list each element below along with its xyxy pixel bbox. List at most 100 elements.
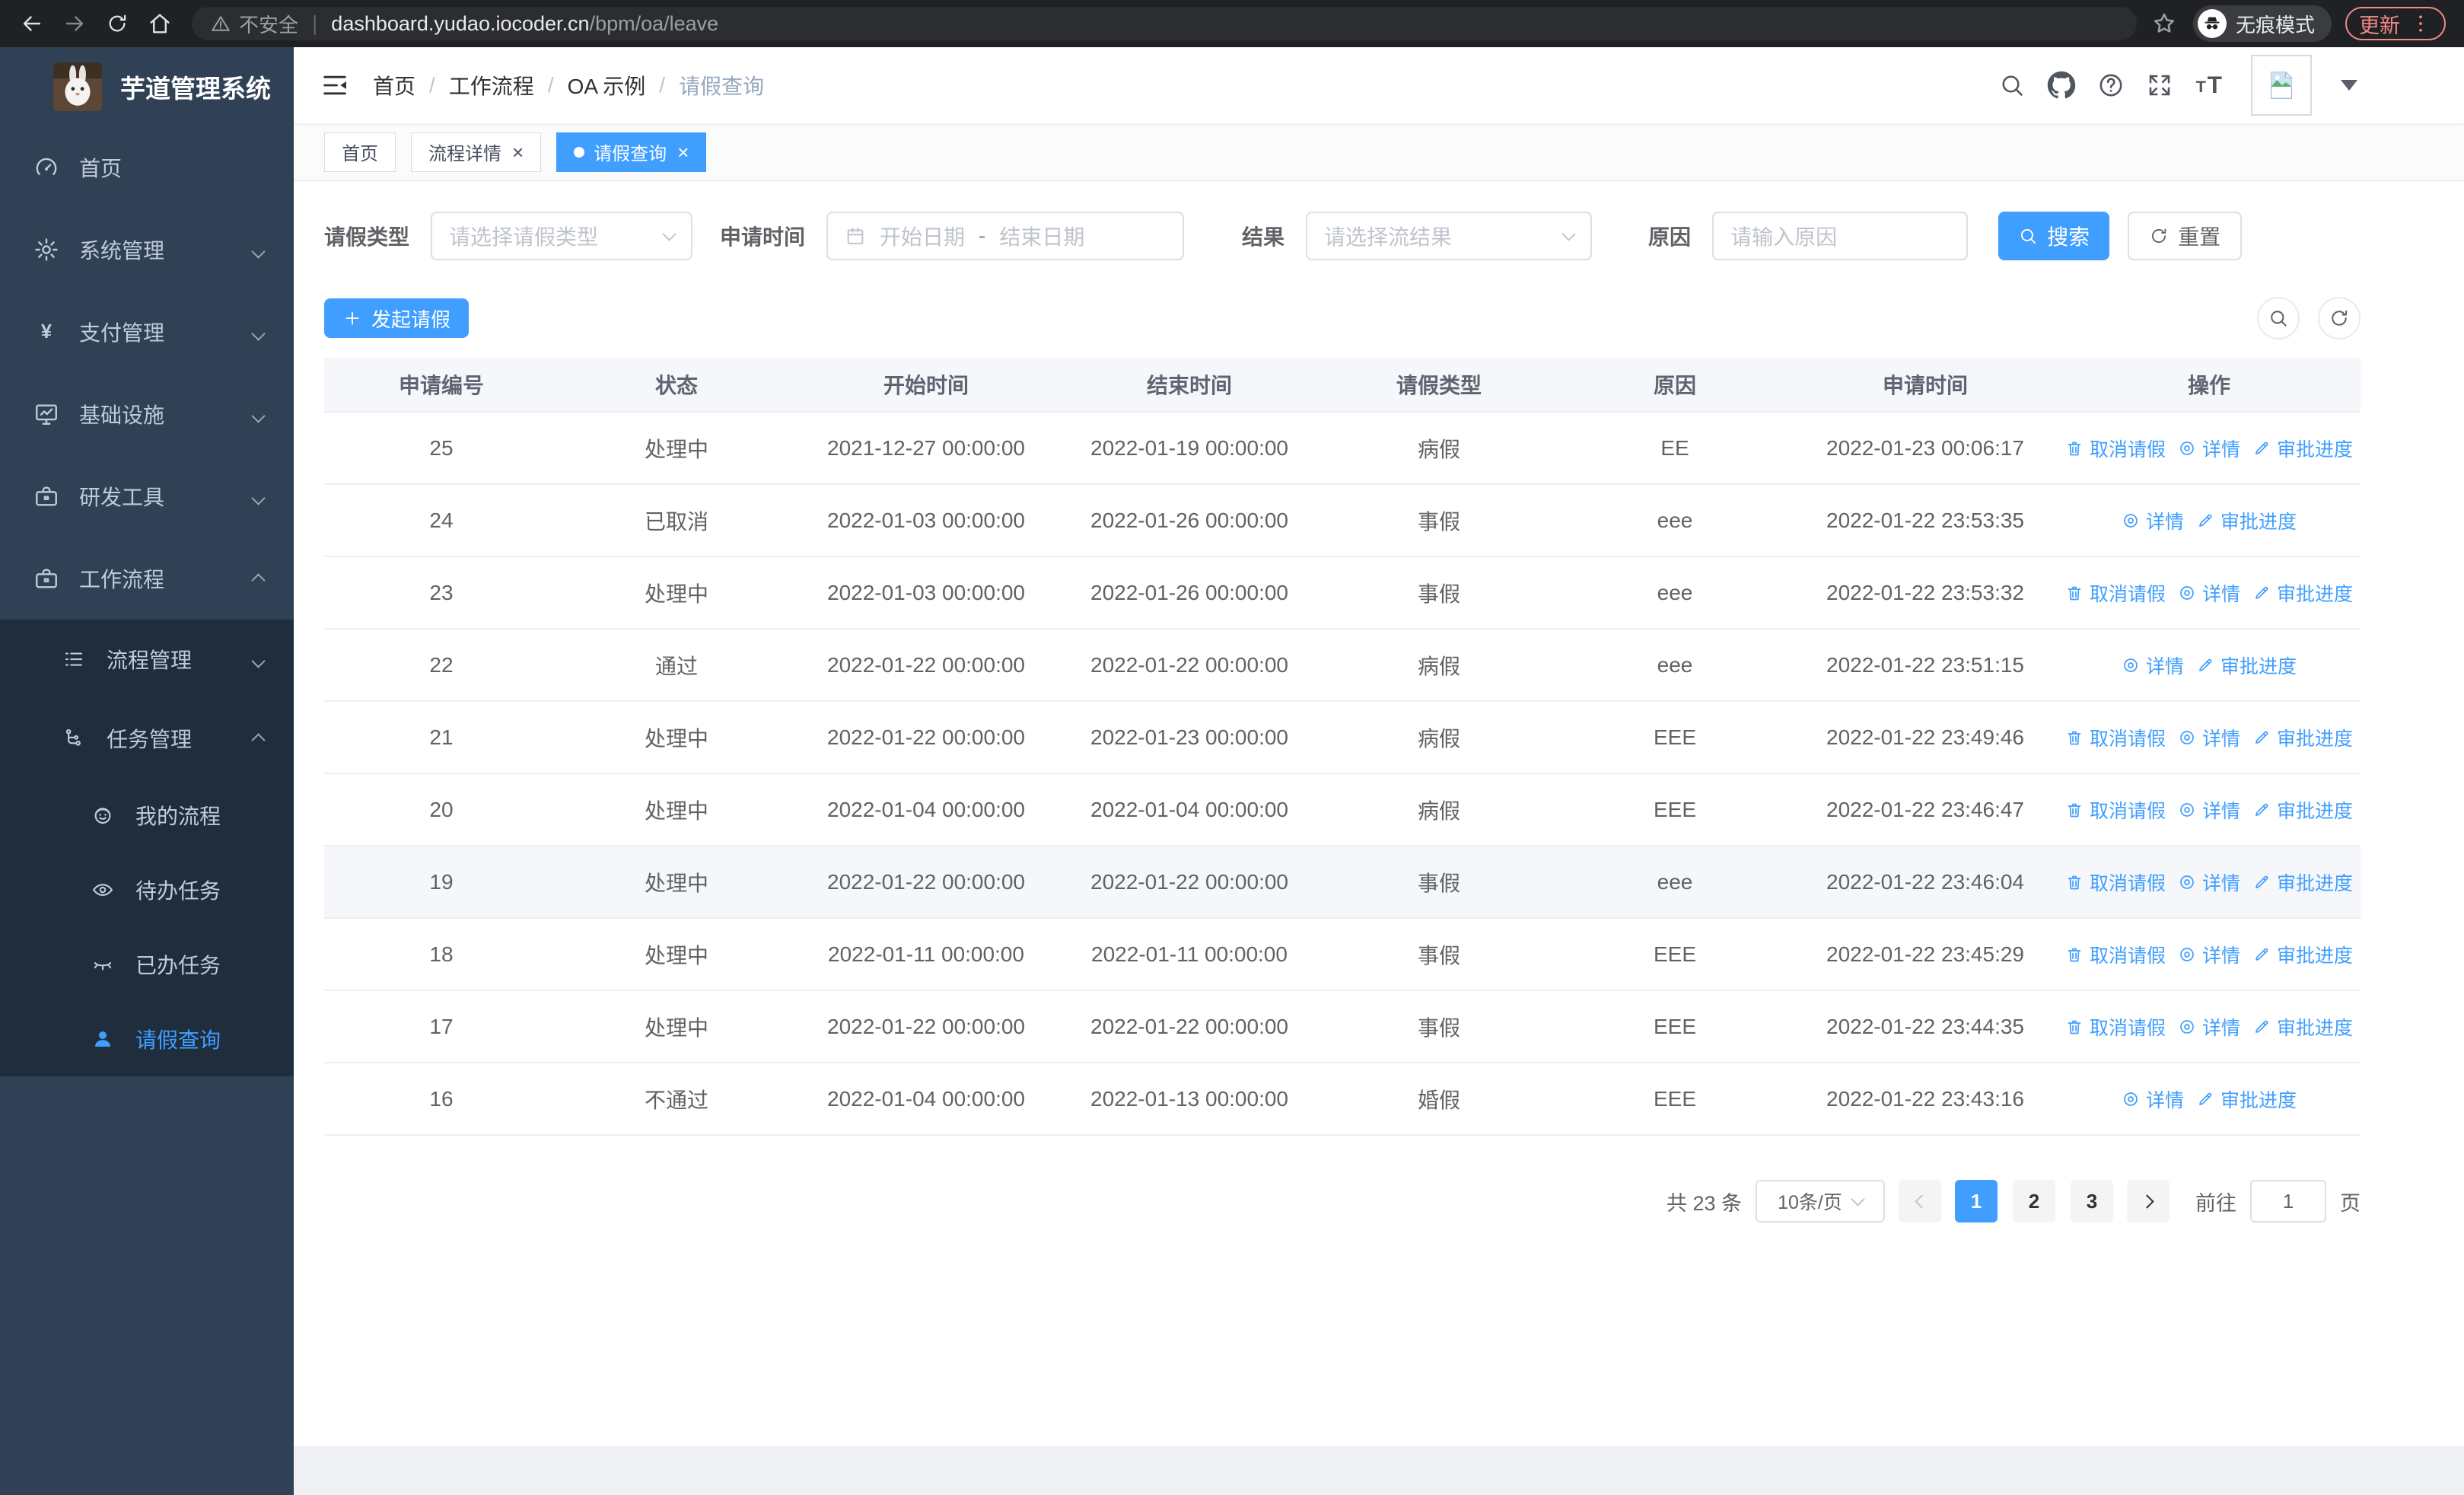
leave-type-placeholder: 请选择请假类型 [449, 225, 599, 249]
approval-progress-link[interactable]: 审批进度 [2252, 796, 2353, 824]
sidebar-item[interactable]: 待办任务 [0, 853, 294, 927]
approval-progress-link[interactable]: 审批进度 [2252, 435, 2353, 462]
search-icon[interactable] [1998, 72, 2026, 99]
sidebar-item[interactable]: 研发工具 [0, 455, 294, 537]
sidebar-item[interactable]: 基础设施 [0, 373, 294, 455]
approval-progress-link[interactable]: 审批进度 [2252, 724, 2353, 751]
browser-forward-icon[interactable] [53, 2, 96, 45]
cancel-leave-link[interactable]: 取消请假 [2065, 1013, 2166, 1041]
sidebar-item[interactable]: ¥ 支付管理 [0, 291, 294, 373]
approval-progress-link[interactable]: 审批进度 [2196, 652, 2297, 679]
cancel-leave-link[interactable]: 取消请假 [2065, 869, 2166, 896]
trash-icon [2065, 873, 2084, 891]
page-content: 请假类型 请选择请假类型 申请时间 开始日期 - 结束日期 结果 请选择流结果 [294, 181, 2464, 1446]
reason-placeholder: 请输入原因 [1730, 225, 1838, 249]
bookmark-star-icon[interactable] [2150, 10, 2178, 37]
page-size-value: 10条/页 [1778, 1192, 1842, 1213]
help-icon[interactable] [2097, 72, 2125, 99]
detail-link[interactable]: 详情 [2178, 724, 2240, 751]
browser-menu-dots-icon[interactable] [2409, 12, 2432, 35]
detail-link[interactable]: 详情 [2178, 1013, 2240, 1041]
fullscreen-icon[interactable] [2146, 72, 2173, 99]
sidebar-item[interactable]: 流程管理 [0, 620, 294, 699]
sidebar-item[interactable]: 系统管理 [0, 209, 294, 291]
browser-back-icon[interactable] [11, 2, 53, 45]
sidebar-item[interactable]: 我的流程 [0, 778, 294, 853]
edit-icon [2252, 728, 2271, 747]
font-size-icon[interactable]: TT [2195, 70, 2225, 100]
detail-link[interactable]: 详情 [2122, 1085, 2184, 1113]
sidebar-item-label: 已办任务 [135, 954, 221, 977]
security-label: 不安全 [239, 13, 299, 37]
approval-progress-link[interactable]: 审批进度 [2252, 941, 2353, 968]
table-cell-actions: 详情 审批进度 [2058, 507, 2361, 534]
tab-close-icon[interactable]: × [512, 142, 524, 162]
sidebar-collapse-icon[interactable] [320, 70, 350, 100]
reset-button[interactable]: 重置 [2128, 212, 2243, 260]
leave-type-select[interactable]: 请选择请假类型 [431, 212, 693, 260]
tab-close-icon[interactable]: × [677, 142, 689, 162]
table-cell-start: 2022-01-03 00:00:00 [827, 508, 1025, 532]
prev-page-button[interactable] [1899, 1180, 1941, 1222]
create-leave-button[interactable]: 发起请假 [324, 298, 470, 338]
sidebar-logo-row[interactable]: 芋道管理系统 [0, 47, 294, 126]
refresh-table-button[interactable] [2318, 297, 2361, 339]
cancel-leave-link[interactable]: 取消请假 [2065, 941, 2166, 968]
page-button-3[interactable]: 3 [2071, 1180, 2113, 1222]
breadcrumb-item[interactable]: OA 示例 [568, 70, 646, 100]
edit-icon [2252, 1018, 2271, 1036]
browser-reload-icon[interactable] [96, 2, 138, 45]
tab-item[interactable]: 首页 [324, 132, 396, 172]
sidebar-item[interactable]: 工作流程 [0, 537, 294, 620]
chevron-right-icon [2139, 1194, 2154, 1209]
detail-link[interactable]: 详情 [2178, 579, 2240, 607]
approval-progress-link[interactable]: 审批进度 [2252, 579, 2353, 607]
sidebar-item[interactable]: 已办任务 [0, 927, 294, 1002]
cancel-leave-link[interactable]: 取消请假 [2065, 579, 2166, 607]
github-icon[interactable] [2047, 71, 2076, 100]
approval-progress-link[interactable]: 审批进度 [2196, 507, 2297, 534]
approval-progress-link[interactable]: 审批进度 [2196, 1085, 2297, 1113]
svg-text:T: T [2196, 77, 2206, 96]
action-link-label: 审批进度 [2277, 1017, 2354, 1039]
apply-time-range-picker[interactable]: 开始日期 - 结束日期 [826, 212, 1185, 260]
detail-link[interactable]: 详情 [2178, 796, 2240, 824]
sidebar-item[interactable]: 任务管理 [0, 699, 294, 778]
tab-item[interactable]: 流程详情 × [411, 132, 542, 172]
detail-link[interactable]: 详情 [2122, 507, 2184, 534]
reason-input[interactable]: 请输入原因 [1712, 212, 1969, 260]
sidebar-item-label: 我的流程 [135, 805, 221, 828]
toggle-search-button[interactable] [2257, 297, 2300, 339]
next-page-button[interactable] [2127, 1180, 2170, 1222]
sidebar-item[interactable]: 请假查询 [0, 1002, 294, 1076]
table-cell-reason: EEE [1653, 797, 1697, 821]
tab-active[interactable]: 请假查询 × [556, 132, 707, 172]
detail-link[interactable]: 详情 [2178, 869, 2240, 896]
table-cell-actions: 取消请假 详情 审批进度 [2058, 724, 2361, 751]
page-button-2[interactable]: 2 [2013, 1180, 2055, 1222]
detail-link[interactable]: 详情 [2122, 652, 2184, 679]
approval-progress-link[interactable]: 审批进度 [2252, 1013, 2353, 1041]
browser-home-icon[interactable] [138, 2, 181, 45]
avatar-caret-down-icon[interactable] [2341, 80, 2357, 91]
result-select[interactable]: 请选择流结果 [1306, 212, 1593, 260]
url-bar[interactable]: 不安全 | dashboard.yudao.iocoder.cn/bpm/oa/… [192, 7, 2137, 40]
table-cell-status: 已取消 [644, 509, 708, 534]
detail-link[interactable]: 详情 [2178, 941, 2240, 968]
avatar[interactable] [2251, 55, 2312, 116]
cancel-leave-link[interactable]: 取消请假 [2065, 796, 2166, 824]
monitor-icon [29, 401, 64, 427]
search-button[interactable]: 搜索 [1998, 212, 2110, 260]
breadcrumb-item[interactable]: 首页 [373, 70, 415, 100]
filter-form: 请假类型 请选择请假类型 申请时间 开始日期 - 结束日期 结果 请选择流结果 [324, 212, 2361, 260]
page-size-select[interactable]: 10条/页 [1756, 1180, 1885, 1222]
sidebar-item[interactable]: 首页 [0, 126, 294, 209]
breadcrumb-item[interactable]: 工作流程 [449, 70, 534, 100]
detail-link[interactable]: 详情 [2178, 435, 2240, 462]
page-button-1[interactable]: 1 [1955, 1180, 1998, 1222]
goto-page-input[interactable] [2250, 1180, 2326, 1222]
browser-update-button[interactable]: 更新 [2345, 7, 2446, 40]
cancel-leave-link[interactable]: 取消请假 [2065, 435, 2166, 462]
cancel-leave-link[interactable]: 取消请假 [2065, 724, 2166, 751]
approval-progress-link[interactable]: 审批进度 [2252, 869, 2353, 896]
